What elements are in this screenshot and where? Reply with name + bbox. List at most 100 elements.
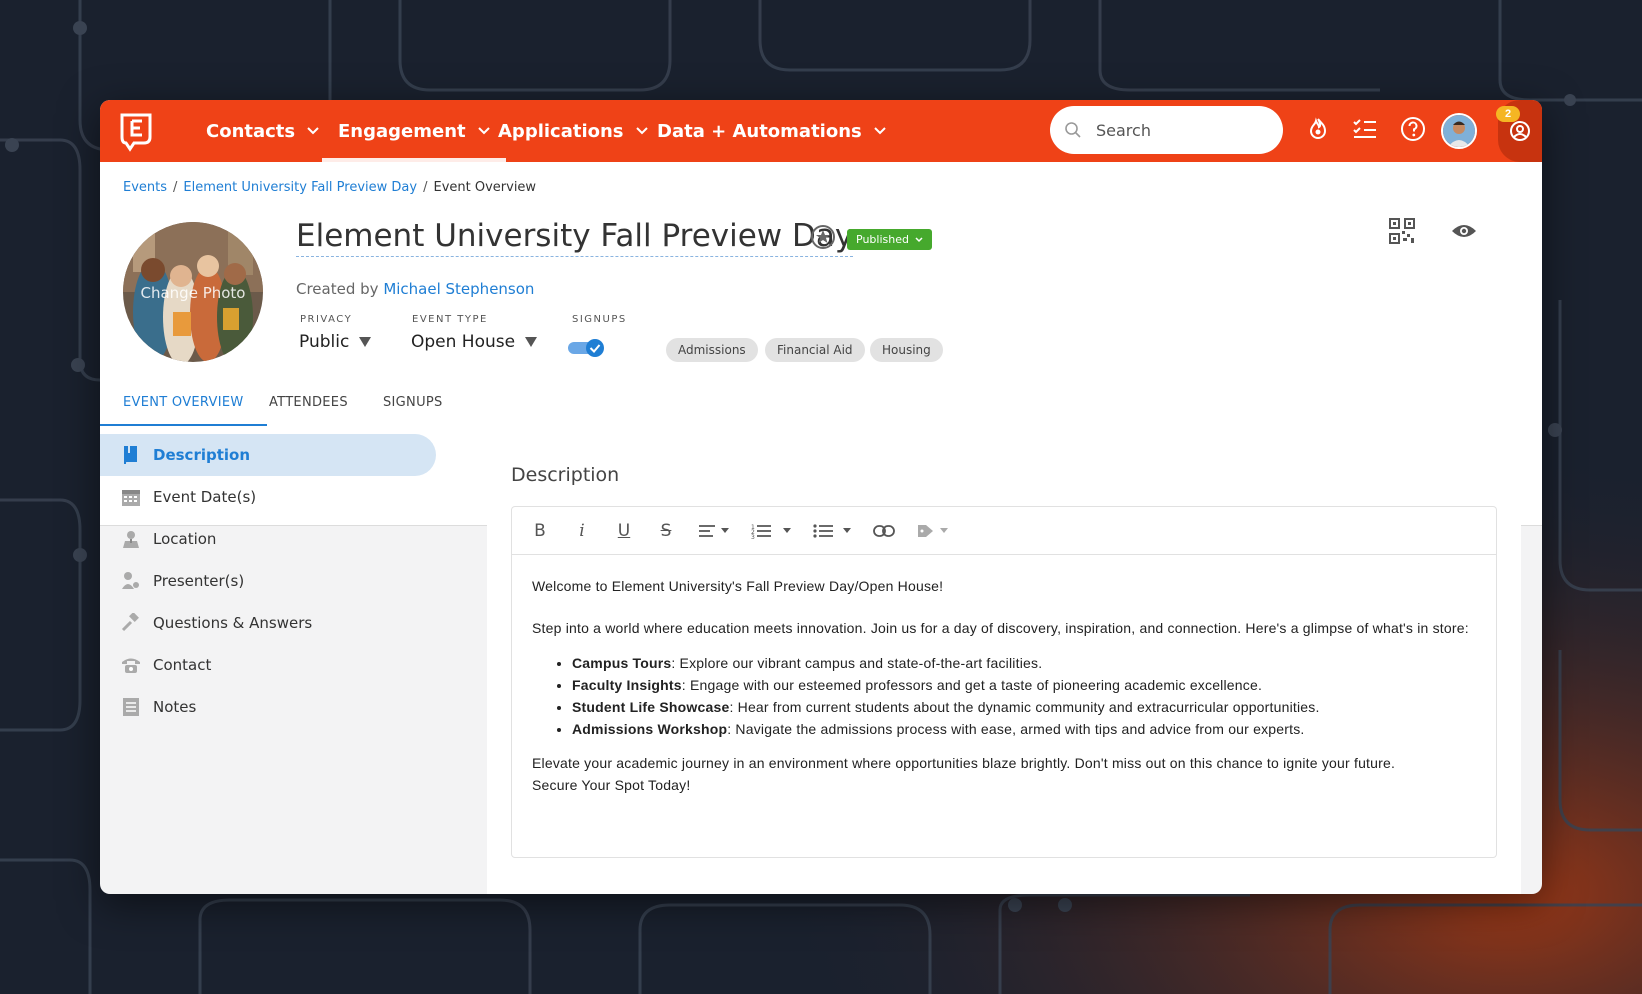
list-item: Admissions Workshop: Navigate the admiss… (572, 718, 1476, 740)
nav-contacts[interactable]: Contacts (190, 100, 335, 162)
list-item-bold: Faculty Insights (572, 677, 682, 693)
event-photo[interactable]: Change Photo (123, 222, 263, 362)
list-item-text: : Engage with our esteemed professors an… (681, 677, 1263, 693)
help-button[interactable] (1398, 114, 1428, 144)
caret-down-icon (525, 337, 538, 347)
creator-link[interactable]: Michael Stephenson (383, 280, 534, 298)
event-type-select[interactable]: Open House (411, 332, 538, 352)
italic-button[interactable]: i (568, 517, 596, 545)
strikethrough-icon: S (660, 520, 672, 541)
list-item-bold: Student Life Showcase (572, 699, 730, 715)
privacy-select[interactable]: Public (299, 332, 372, 352)
strikethrough-button[interactable]: S (652, 517, 680, 545)
search-input[interactable] (1096, 120, 1266, 140)
list-item-bold: Campus Tours (572, 655, 672, 671)
status-badge[interactable]: Published (847, 229, 932, 250)
editor-content[interactable]: Welcome to Element University's Fall Pre… (512, 555, 1496, 796)
status-label: Published (856, 233, 909, 246)
caret-down-icon (359, 337, 372, 347)
tab-attendees[interactable]: ATTENDEES (246, 380, 371, 426)
list-item-text: : Hear from current students about the d… (729, 699, 1320, 715)
gavel-icon (121, 613, 141, 633)
dropdown-caret-icon (721, 528, 729, 533)
preview-eye-icon[interactable] (1451, 222, 1477, 240)
sidebar-item-questions-answers[interactable]: Questions & Answers (100, 602, 446, 644)
sidebar-item-event-dates[interactable]: Event Date(s) (100, 476, 446, 518)
event-type-value: Open House (411, 332, 516, 352)
breadcrumb-event[interactable]: Element University Fall Preview Day (183, 180, 417, 195)
nav-applications-label: Applications (498, 120, 624, 142)
tag-admissions[interactable]: Admissions (666, 338, 758, 362)
sidebar-item-notes[interactable]: Notes (100, 686, 446, 728)
highlights-list: Campus Tours: Explore our vibrant campus… (572, 652, 1476, 740)
bold-button[interactable]: B (526, 517, 554, 545)
tag-button[interactable] (913, 517, 952, 545)
list-item-text: : Navigate the admissions process with e… (727, 721, 1305, 737)
ordered-list-button[interactable]: 123 (747, 517, 795, 545)
breadcrumb: Events / Element University Fall Preview D… (123, 180, 537, 195)
closing-paragraph: Elevate your academic journey in an envi… (532, 752, 1476, 796)
created-by: Created by Michael Stephenson (296, 280, 534, 298)
signups-toggle[interactable] (568, 339, 606, 357)
list-item: Campus Tours: Explore our vibrant campus… (572, 652, 1476, 674)
nav-data-automations[interactable]: Data + Automations (641, 100, 902, 162)
italic-icon: i (579, 520, 585, 541)
sidebar-item-contact[interactable]: Contact (100, 644, 446, 686)
sidebar-item-label: Event Date(s) (153, 488, 257, 506)
book-icon (121, 445, 141, 465)
tab-event-overview[interactable]: EVENT OVERVIEW (100, 380, 267, 426)
flame-icon (1309, 117, 1327, 139)
nav-engagement-label: Engagement (338, 120, 466, 142)
dropdown-caret-icon (843, 528, 851, 533)
nav-applications[interactable]: Applications (482, 100, 664, 162)
user-avatar-icon (1443, 115, 1475, 147)
nav-engagement[interactable]: Engagement (322, 100, 506, 162)
svg-text:3: 3 (751, 534, 755, 539)
ordered-list-icon: 123 (751, 524, 771, 539)
avatar[interactable] (1441, 113, 1477, 149)
nav-data-automations-label: Data + Automations (657, 120, 862, 142)
sidebar-item-label: Presenter(s) (153, 572, 245, 590)
section-title: Description (511, 464, 620, 486)
link-button[interactable] (869, 517, 899, 545)
qr-code-icon[interactable] (1389, 218, 1415, 244)
rich-text-editor[interactable]: B i U S 123 Welcome to Element Universit… (511, 506, 1497, 858)
event-tabs: EVENT OVERVIEW ATTENDEES SIGNUPS (100, 380, 1542, 426)
breadcrumb-current: Event Overview (433, 180, 537, 195)
event-type-label: EVENT TYPE (412, 314, 488, 325)
star-icon[interactable] (810, 224, 836, 250)
sidebar-item-description[interactable]: Description (100, 434, 436, 476)
search-box[interactable] (1050, 106, 1283, 154)
align-button[interactable] (694, 517, 733, 545)
sidebar-item-location[interactable]: Location (100, 518, 446, 560)
link-icon (873, 524, 895, 537)
breadcrumb-events[interactable]: Events (123, 180, 167, 195)
phone-icon (121, 655, 141, 675)
presenter-icon (121, 571, 141, 591)
element-logo-icon[interactable] (112, 107, 160, 155)
nav-contacts-label: Contacts (206, 120, 296, 142)
list-item: Faculty Insights: Engage with our esteem… (572, 674, 1476, 696)
underline-button[interactable]: U (610, 517, 638, 545)
cta-text: Secure Your Spot Today! (532, 777, 691, 793)
sidebar-item-label: Location (153, 530, 217, 548)
list-item-text: : Explore our vibrant campus and state-o… (671, 655, 1043, 671)
intro-paragraph: Welcome to Element University's Fall Pre… (532, 578, 944, 594)
dropdown-caret-icon (783, 528, 791, 533)
editor-toolbar: B i U S 123 (512, 507, 1496, 555)
flame-button[interactable] (1303, 114, 1333, 144)
sidebar-item-label: Notes (153, 698, 197, 716)
tag-housing[interactable]: Housing (870, 338, 943, 362)
change-photo-label[interactable]: Change Photo (123, 284, 263, 302)
bullet-list-button[interactable] (809, 517, 855, 545)
chevron-down-icon (915, 236, 923, 242)
sidebar-item-presenters[interactable]: Presenter(s) (100, 560, 446, 602)
tab-signups[interactable]: SIGNUPS (360, 380, 466, 426)
sidebar-item-label: Description (153, 446, 251, 464)
account-icon (1510, 121, 1530, 141)
page-title[interactable]: Element University Fall Preview Day (296, 218, 854, 257)
dropdown-caret-icon (940, 528, 948, 533)
tag-financial-aid[interactable]: Financial Aid (765, 338, 865, 362)
tasks-button[interactable] (1350, 114, 1380, 144)
help-icon (1401, 117, 1425, 141)
